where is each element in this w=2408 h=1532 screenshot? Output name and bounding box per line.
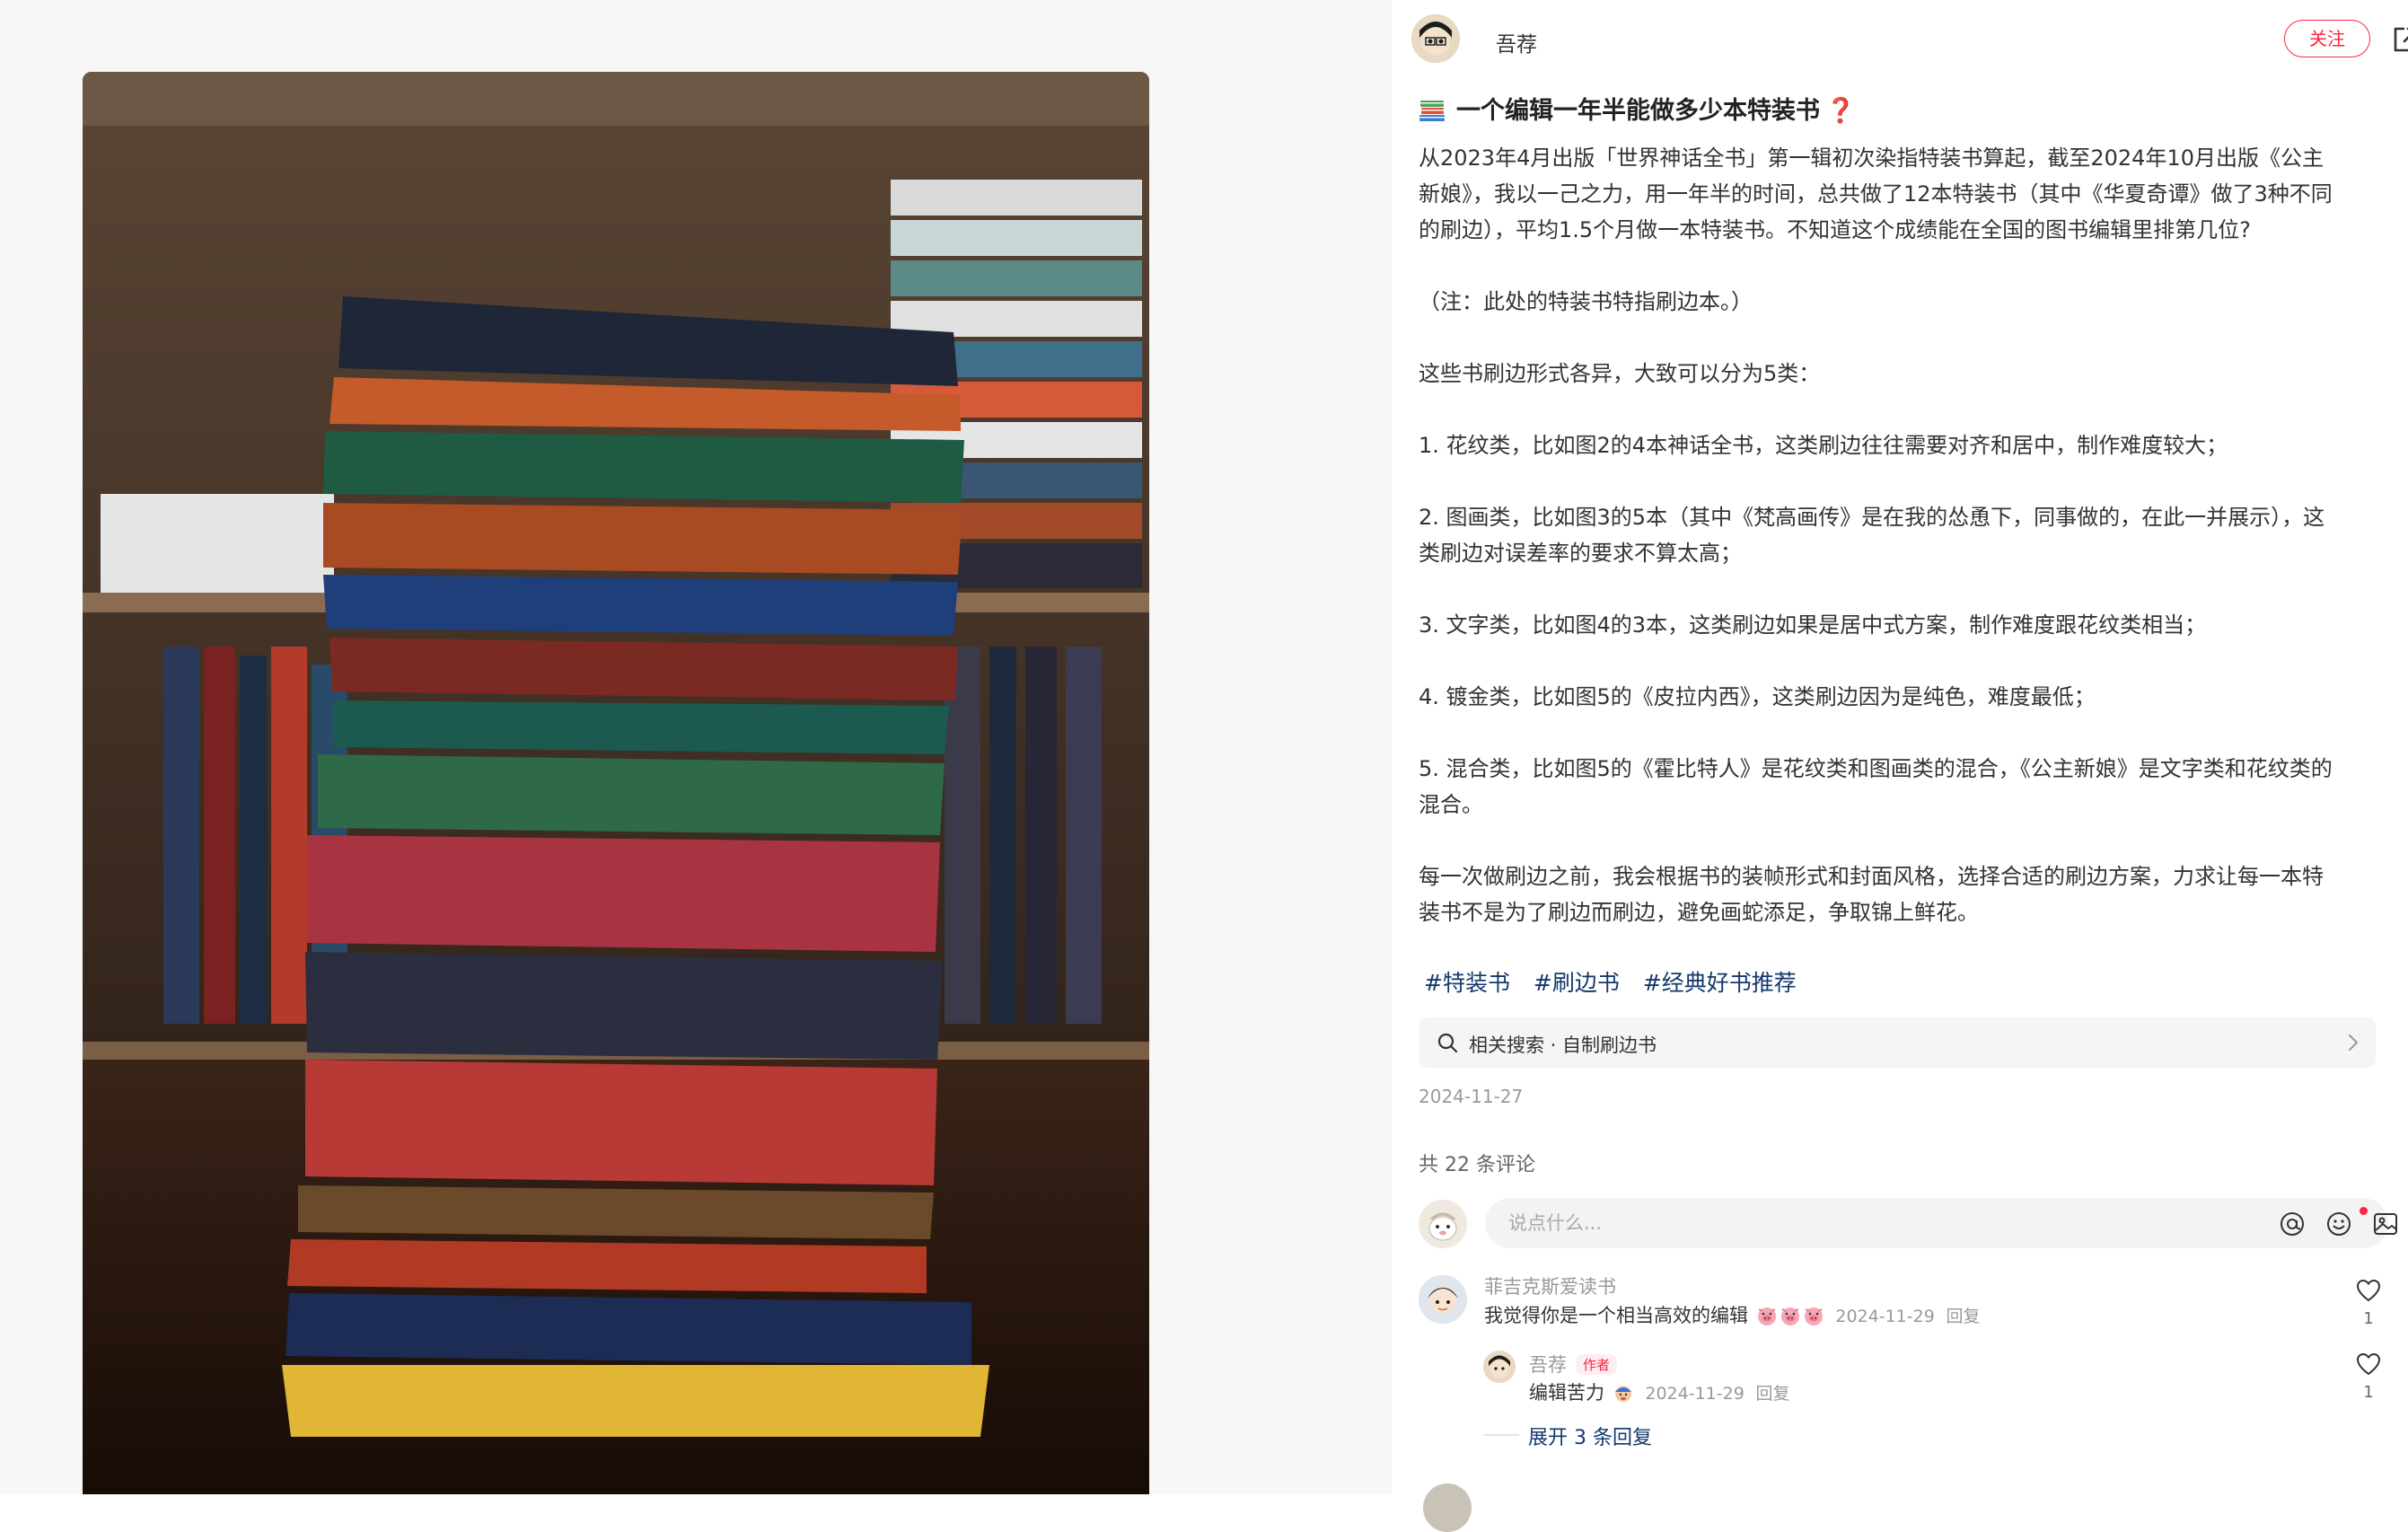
reply-link[interactable]: 回复: [1946, 1307, 1980, 1326]
commenter-name[interactable]: 菲吉克斯爱读书: [1484, 1272, 1616, 1299]
note-photo[interactable]: [83, 72, 1149, 1494]
paragraph: （注：此处的特装书特指刷边本。）: [1419, 289, 1753, 314]
note-title-text: 一个编辑一年半能做多少本特装书: [1456, 97, 1820, 125]
comment-item: 菲吉克斯爱读书 我觉得你是一个相当高效的编辑 2024-11-29 回复 1: [1419, 1275, 2388, 1329]
question-mark-emoji: ❓: [1825, 97, 1856, 125]
tag-link[interactable]: #刷边书: [1534, 970, 1620, 996]
tag-list: #特装书 #刷边书 #经典好书推荐: [1424, 965, 1813, 998]
expand-divider: [1483, 1434, 1519, 1436]
share-icon[interactable]: [2390, 23, 2408, 56]
pig-emoji-icon: [1757, 1307, 1776, 1325]
paragraph: 5. 混合类，比如图5的《霍比特人》是花纹类和图画类的混合，《公主新娘》是文字类…: [1419, 756, 2333, 817]
author-row: 吾荐 关注: [1411, 13, 2408, 66]
reply-text: 编辑苦力: [1529, 1382, 1604, 1404]
image-icon[interactable]: [2372, 1211, 2399, 1237]
books-icon: [1419, 101, 1445, 121]
media-panel: [0, 0, 1392, 1494]
at-icon[interactable]: [2279, 1211, 2306, 1237]
heart-icon[interactable]: [2356, 1279, 2381, 1302]
reply-author-name[interactable]: 吾荐: [1529, 1354, 1567, 1376]
next-commenter-avatar[interactable]: [1423, 1484, 1472, 1532]
paragraph: 这些书刷边形式各异，大致可以分为5类：: [1419, 361, 1821, 386]
heart-icon[interactable]: [2356, 1352, 2381, 1376]
paragraph: 从2023年4月出版「世界神话全书」第一辑初次染指特装书算起，截至2024年10…: [1419, 145, 2333, 242]
author-badge: 作者: [1576, 1354, 1618, 1375]
note-date: 2024-11-27: [1419, 1086, 1524, 1107]
related-search-bar[interactable]: 相关搜索 · 自制刷边书: [1419, 1017, 2376, 1068]
tag-link[interactable]: #特装书: [1424, 970, 1510, 996]
paragraph: 每一次做刷边之前，我会根据书的装帧形式和封面风格，选择合适的刷边方案，力求让每一…: [1419, 864, 2324, 925]
reply-body: 编辑苦力 2024-11-29 回复: [1529, 1378, 1790, 1405]
tag-link[interactable]: #经典好书推荐: [1643, 970, 1797, 996]
chevron-right-icon: [2349, 1035, 2358, 1051]
my-avatar[interactable]: [1419, 1200, 1467, 1248]
related-search-label: 相关搜索 · 自制刷边书: [1469, 1035, 1657, 1056]
paragraph: 3. 文字类，比如图4的3本，这类刷边如果是居中式方案，制作难度跟花纹类相当；: [1419, 612, 2207, 638]
comment-input-row: [1419, 1198, 2397, 1250]
book-stack-photo: [83, 72, 1149, 1494]
reply-author-name-row: 吾荐 作者: [1529, 1351, 1618, 1378]
next-comment-peek: [1423, 1480, 2321, 1532]
worker-emoji-icon: [1614, 1386, 1631, 1402]
commenter-avatar[interactable]: [1419, 1275, 1467, 1324]
follow-button[interactable]: 关注: [2284, 20, 2370, 57]
notification-dot: [2360, 1207, 2368, 1215]
paragraph: 1. 花纹类，比如图2的4本神话全书，这类刷边往往需要对齐和居中，制作难度较大；: [1419, 433, 2228, 458]
reply-item: 吾荐 作者 编辑苦力 2024-11-29 回复 1: [1483, 1351, 2388, 1404]
pig-emoji-icon: [1804, 1307, 1823, 1325]
comment-date: 2024-11-29: [1835, 1307, 1935, 1326]
search-icon: [1437, 1033, 1458, 1053]
expand-replies-button[interactable]: 展开 3 条回复: [1528, 1422, 1652, 1450]
comment-input[interactable]: [1485, 1198, 2388, 1248]
author-name[interactable]: 吾荐: [1496, 27, 1537, 57]
comment-count: 共 22 条评论: [1419, 1154, 1535, 1176]
paragraph: 2. 图画类，比如图3的5本（其中《梵高画传》是在我的怂恿下，同事做的，在此一并…: [1419, 505, 2325, 566]
comment-text: 我觉得你是一个相当高效的编辑: [1484, 1305, 1748, 1326]
emoji-icon[interactable]: [2325, 1211, 2352, 1237]
note-body: 从2023年4月出版「世界神话全书」第一辑初次染指特装书算起，截至2024年10…: [1419, 140, 2343, 930]
like-count: 1: [2363, 1309, 2374, 1328]
like-count: 1: [2363, 1383, 2374, 1402]
comment-body: 我觉得你是一个相当高效的编辑 2024-11-29 回复: [1484, 1301, 1981, 1328]
reply-link[interactable]: 回复: [1755, 1384, 1789, 1404]
note-panel: 吾荐 关注 一个编辑一年半能做多少本特装书 ❓ 从2023年4月出版「世界神话全书…: [1392, 0, 2408, 1494]
author-avatar[interactable]: [1411, 14, 1460, 63]
pig-emoji-icon: [1780, 1307, 1799, 1325]
reply-date: 2024-11-29: [1645, 1384, 1744, 1404]
note-title: 一个编辑一年半能做多少本特装书 ❓: [1419, 93, 2370, 129]
reply-author-avatar[interactable]: [1483, 1351, 1516, 1383]
paragraph: 4. 镀金类，比如图5的《皮拉内西》，这类刷边因为是纯色，难度最低；: [1419, 684, 2096, 709]
